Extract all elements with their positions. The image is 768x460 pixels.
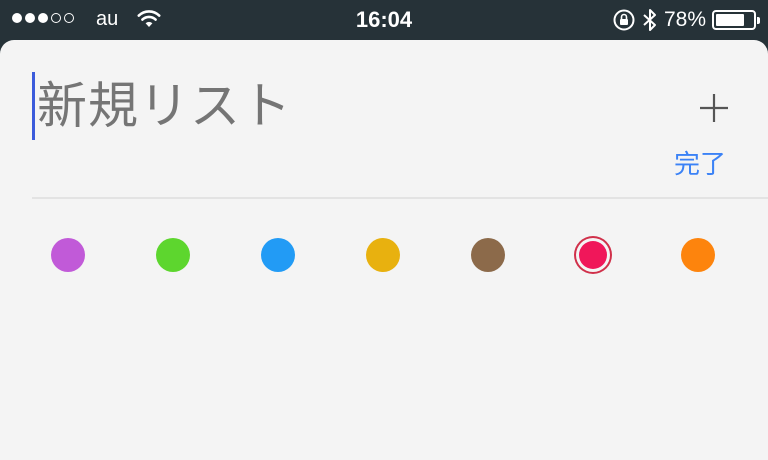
battery-fill <box>716 14 745 26</box>
color-swatch-red[interactable] <box>579 241 607 269</box>
list-title-input[interactable] <box>37 77 457 135</box>
plus-icon[interactable] <box>696 90 732 126</box>
color-swatch-brown[interactable] <box>471 238 505 272</box>
status-bar: au 16:04 78% <box>0 0 768 40</box>
divider <box>32 197 768 199</box>
done-button[interactable]: 完了 <box>674 144 726 181</box>
text-cursor <box>32 72 35 140</box>
color-swatch-purple[interactable] <box>51 238 85 272</box>
new-list-sheet: 完了 <box>0 40 768 460</box>
rotation-lock-icon <box>613 9 635 31</box>
battery-percentage: 78% <box>663 8 706 31</box>
color-swatch-blue[interactable] <box>261 238 295 272</box>
color-swatch-yellow[interactable] <box>366 238 400 272</box>
color-picker <box>0 233 768 277</box>
bluetooth-icon <box>643 9 656 31</box>
title-row <box>32 72 457 140</box>
color-swatch-orange[interactable] <box>681 238 715 272</box>
color-swatch-green[interactable] <box>156 238 190 272</box>
battery-icon <box>712 10 760 30</box>
